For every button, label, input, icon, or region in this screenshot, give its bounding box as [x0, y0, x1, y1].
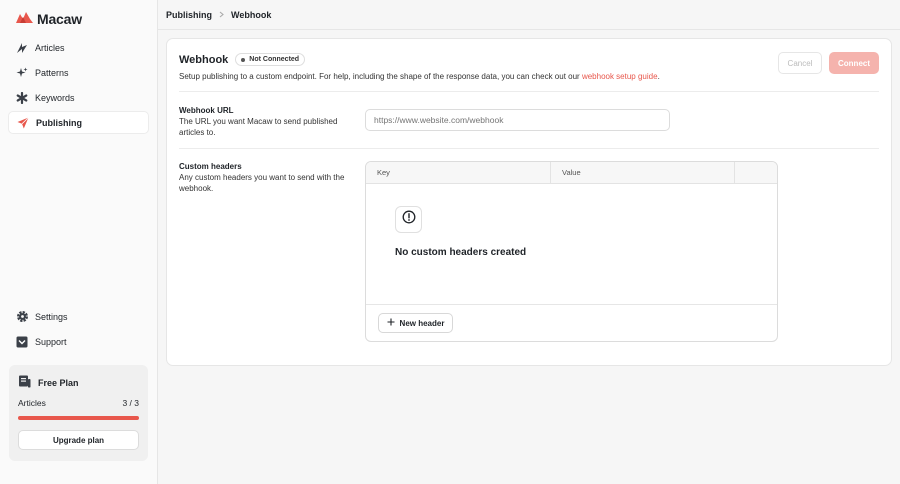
- webhook-url-input[interactable]: [365, 109, 670, 131]
- status-badge-label: Not Connected: [249, 56, 300, 63]
- sidebar-item-label: Patterns: [35, 67, 69, 78]
- bolt-icon: [15, 41, 29, 55]
- status-dot-icon: [241, 57, 246, 62]
- sparkle-icon: [15, 66, 29, 80]
- column-header-actions: [735, 162, 777, 183]
- webhook-settings-card: Webhook Not Connected Setup publishing t…: [166, 38, 892, 366]
- plus-icon: [387, 318, 395, 328]
- status-badge: Not Connected: [235, 53, 306, 66]
- plan-usage-progress: [18, 416, 139, 420]
- breadcrumb: Publishing Webhook: [158, 0, 900, 30]
- page-subtitle: Setup publishing to a custom endpoint. F…: [179, 72, 879, 81]
- send-icon: [16, 116, 30, 130]
- divider: [179, 148, 879, 149]
- app-name: Macaw: [37, 11, 82, 27]
- sidebar-item-label: Publishing: [36, 117, 82, 128]
- plan-usage-row: Articles 3 / 3: [18, 398, 139, 408]
- empty-state-icon-box: [395, 206, 422, 233]
- custom-headers-description: Any custom headers you want to send with…: [179, 173, 345, 193]
- chevron-right-icon: [218, 10, 225, 20]
- column-header-value: Value: [551, 162, 735, 183]
- divider: [179, 91, 879, 92]
- sidebar-item-label: Keywords: [35, 92, 75, 103]
- plan-usage-progress-fill: [18, 416, 139, 420]
- sidebar-item-label: Articles: [35, 42, 65, 53]
- sidebar-item-label: Support: [35, 336, 67, 347]
- plan-usage-label: Articles: [18, 398, 46, 408]
- breadcrumb-parent[interactable]: Publishing: [166, 10, 212, 20]
- sidebar-item-settings[interactable]: Settings: [8, 305, 149, 328]
- empty-state-text: No custom headers created: [395, 247, 527, 258]
- sidebar: Macaw Articles Patterns Keywords Publish…: [0, 0, 158, 484]
- breadcrumb-current: Webhook: [231, 9, 272, 20]
- plan-icon: [18, 375, 31, 390]
- sidebar-item-keywords[interactable]: Keywords: [8, 86, 149, 109]
- cancel-button[interactable]: Cancel: [778, 52, 822, 74]
- sidebar-item-articles[interactable]: Articles: [8, 36, 149, 59]
- sidebar-item-label: Settings: [35, 311, 68, 322]
- upgrade-plan-button[interactable]: Upgrade plan: [18, 430, 139, 450]
- section-header: Webhook Not Connected Setup publishing t…: [179, 53, 879, 81]
- table-footer-divider: [366, 304, 777, 305]
- plan-card: Free Plan Articles 3 / 3 Upgrade plan: [9, 365, 148, 461]
- app-logo[interactable]: Macaw: [16, 10, 82, 28]
- sidebar-item-publishing[interactable]: Publishing: [8, 111, 149, 134]
- column-header-key: Key: [366, 162, 551, 183]
- custom-headers-table: Key Value No custom headers created New …: [365, 161, 778, 342]
- sidebar-item-patterns[interactable]: Patterns: [8, 61, 149, 84]
- plan-usage-value: 3 / 3: [122, 398, 139, 408]
- asterisk-icon: [15, 91, 29, 105]
- custom-headers-label: Custom headers: [179, 162, 242, 171]
- subtitle-suffix: .: [657, 72, 660, 81]
- sidebar-item-support[interactable]: Support: [8, 330, 149, 353]
- table-header-row: Key Value: [366, 162, 777, 184]
- new-header-button[interactable]: New header: [378, 313, 453, 333]
- subtitle-text: Setup publishing to a custom endpoint. F…: [179, 72, 582, 81]
- connect-button[interactable]: Connect: [829, 52, 879, 74]
- support-icon: [15, 335, 29, 349]
- alert-circle-icon: [402, 210, 416, 229]
- sidebar-bottom-nav: Settings Support: [8, 305, 149, 355]
- macaw-logo-icon: [16, 10, 33, 28]
- webhook-url-label: Webhook URL: [179, 106, 234, 115]
- webhook-url-description: The URL you want Macaw to send published…: [179, 117, 338, 137]
- page-title: Webhook: [179, 53, 229, 66]
- plan-title: Free Plan: [18, 375, 79, 390]
- webhook-url-label-group: Webhook URL The URL you want Macaw to se…: [179, 105, 349, 138]
- webhook-setup-guide-link[interactable]: webhook setup guide: [582, 72, 658, 81]
- custom-headers-label-group: Custom headers Any custom headers you wa…: [179, 161, 349, 194]
- gear-icon: [15, 310, 29, 324]
- sidebar-nav: Articles Patterns Keywords Publishing: [8, 36, 149, 136]
- new-header-label: New header: [399, 318, 445, 328]
- plan-name: Free Plan: [38, 377, 79, 388]
